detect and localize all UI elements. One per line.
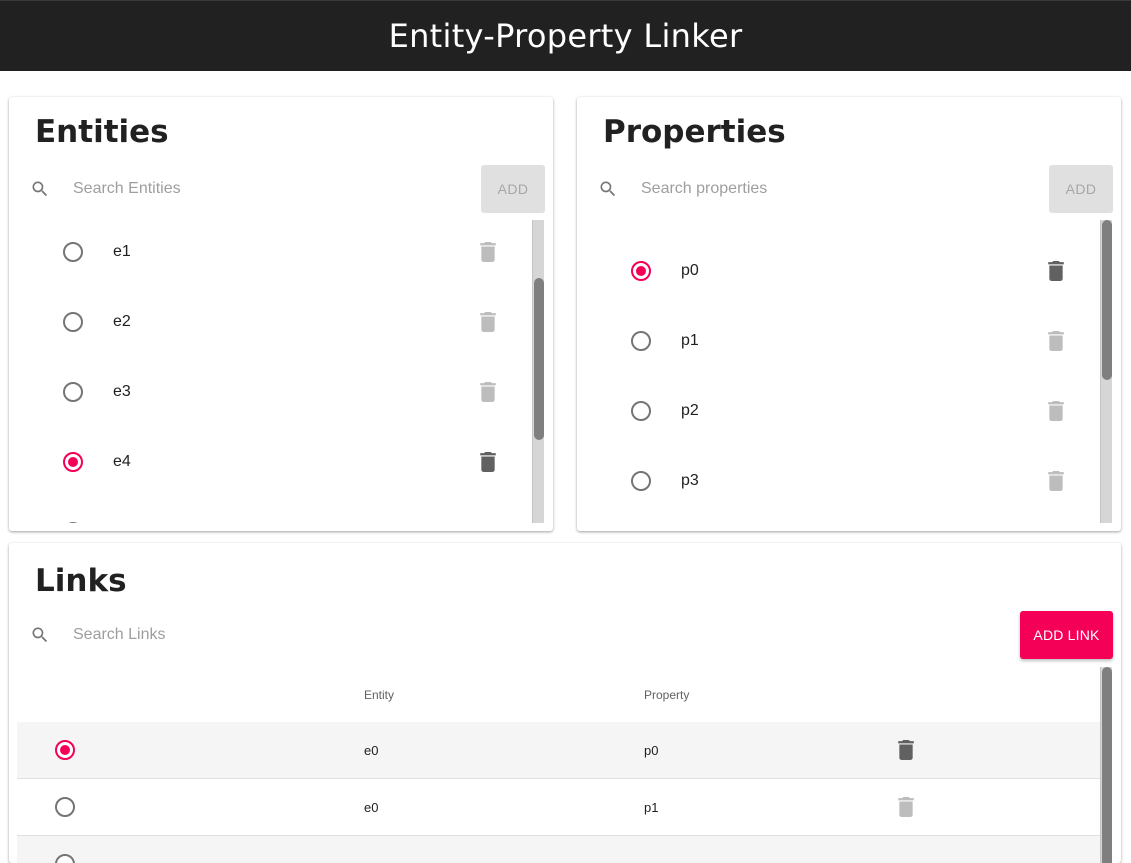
property-label: p2	[681, 402, 699, 419]
property-label: p3	[681, 472, 699, 489]
entity-radio[interactable]	[63, 242, 83, 262]
properties-scrollbar[interactable]	[1100, 220, 1112, 523]
column-header-property: Property	[644, 688, 690, 702]
app-title: Entity-Property Linker	[388, 17, 743, 55]
property-radio[interactable]	[631, 401, 651, 421]
property-label: p0	[681, 262, 699, 279]
table-row[interactable]: e0 p0	[17, 722, 1100, 779]
cell-property: p1	[644, 800, 659, 815]
properties-card: Properties ADD p0 p1 p2 p3	[577, 97, 1121, 531]
links-scrollbar-thumb[interactable]	[1102, 667, 1112, 863]
entities-search-input[interactable]	[73, 177, 463, 201]
properties-search-input[interactable]	[641, 177, 1031, 201]
properties-scrollbar-thumb[interactable]	[1102, 220, 1112, 380]
properties-add-button[interactable]: ADD	[1049, 165, 1113, 213]
links-card: Links ADD LINK Entity Property e0 p0 e0 …	[9, 543, 1121, 863]
entity-label: e3	[113, 383, 131, 400]
property-radio[interactable]	[631, 471, 651, 491]
search-icon	[32, 627, 48, 643]
entity-radio[interactable]	[63, 312, 83, 332]
trash-icon[interactable]	[480, 382, 496, 402]
column-header-entity: Entity	[364, 688, 395, 702]
link-radio[interactable]	[55, 740, 75, 760]
entity-radio[interactable]	[63, 382, 83, 402]
entity-radio[interactable]	[63, 522, 83, 523]
search-icon	[32, 181, 48, 197]
entity-list-item[interactable]: e4	[9, 427, 553, 497]
entities-list: e1 e2 e3 e4	[9, 217, 553, 523]
entities-add-button[interactable]: ADD	[481, 165, 545, 213]
trash-icon[interactable]	[898, 740, 914, 760]
trash-icon[interactable]	[1048, 331, 1064, 351]
add-link-button[interactable]: ADD LINK	[1020, 611, 1113, 659]
link-radio[interactable]	[55, 797, 75, 817]
property-list-item[interactable]: p3	[577, 446, 1097, 516]
entities-title: Entities	[35, 114, 169, 150]
trash-icon[interactable]	[1048, 261, 1064, 281]
links-scrollbar[interactable]	[1100, 667, 1112, 863]
property-radio[interactable]	[631, 331, 651, 351]
table-row[interactable]	[17, 836, 1100, 863]
property-label: p1	[681, 332, 699, 349]
properties-list: p0 p1 p2 p3	[577, 236, 1097, 523]
property-radio[interactable]	[631, 261, 651, 281]
cell-property: p0	[644, 743, 659, 758]
trash-icon[interactable]	[1048, 401, 1064, 421]
trash-icon[interactable]	[898, 797, 914, 817]
properties-title: Properties	[603, 114, 786, 150]
link-radio[interactable]	[55, 854, 75, 863]
entity-label: e4	[113, 453, 131, 470]
links-search-input[interactable]	[73, 623, 673, 647]
property-list-item[interactable]: p2	[577, 376, 1097, 446]
entities-card: Entities ADD e1 e2 e3 e4	[9, 97, 553, 531]
trash-icon[interactable]	[1048, 471, 1064, 491]
cell-entity: e0	[364, 800, 379, 815]
trash-icon[interactable]	[480, 452, 496, 472]
entities-scrollbar[interactable]	[532, 220, 544, 523]
property-list-item[interactable]: p0	[577, 236, 1097, 306]
entity-label: e1	[113, 243, 131, 260]
app-bar: Entity-Property Linker	[0, 0, 1131, 71]
entities-scrollbar-thumb[interactable]	[534, 278, 544, 440]
cell-entity: e0	[364, 743, 379, 758]
property-list-item[interactable]: p1	[577, 306, 1097, 376]
trash-icon[interactable]	[480, 242, 496, 262]
entity-label: e2	[113, 313, 131, 330]
entity-radio[interactable]	[63, 452, 83, 472]
entity-list-item[interactable]: e3	[9, 357, 553, 427]
entity-list-item[interactable]: e2	[9, 287, 553, 357]
trash-icon[interactable]	[480, 312, 496, 332]
links-title: Links	[35, 563, 127, 599]
table-row[interactable]: e0 p1	[17, 779, 1100, 836]
entity-list-item[interactable]: e1	[9, 217, 553, 287]
search-icon	[600, 181, 616, 197]
entity-list-item[interactable]	[9, 497, 553, 523]
